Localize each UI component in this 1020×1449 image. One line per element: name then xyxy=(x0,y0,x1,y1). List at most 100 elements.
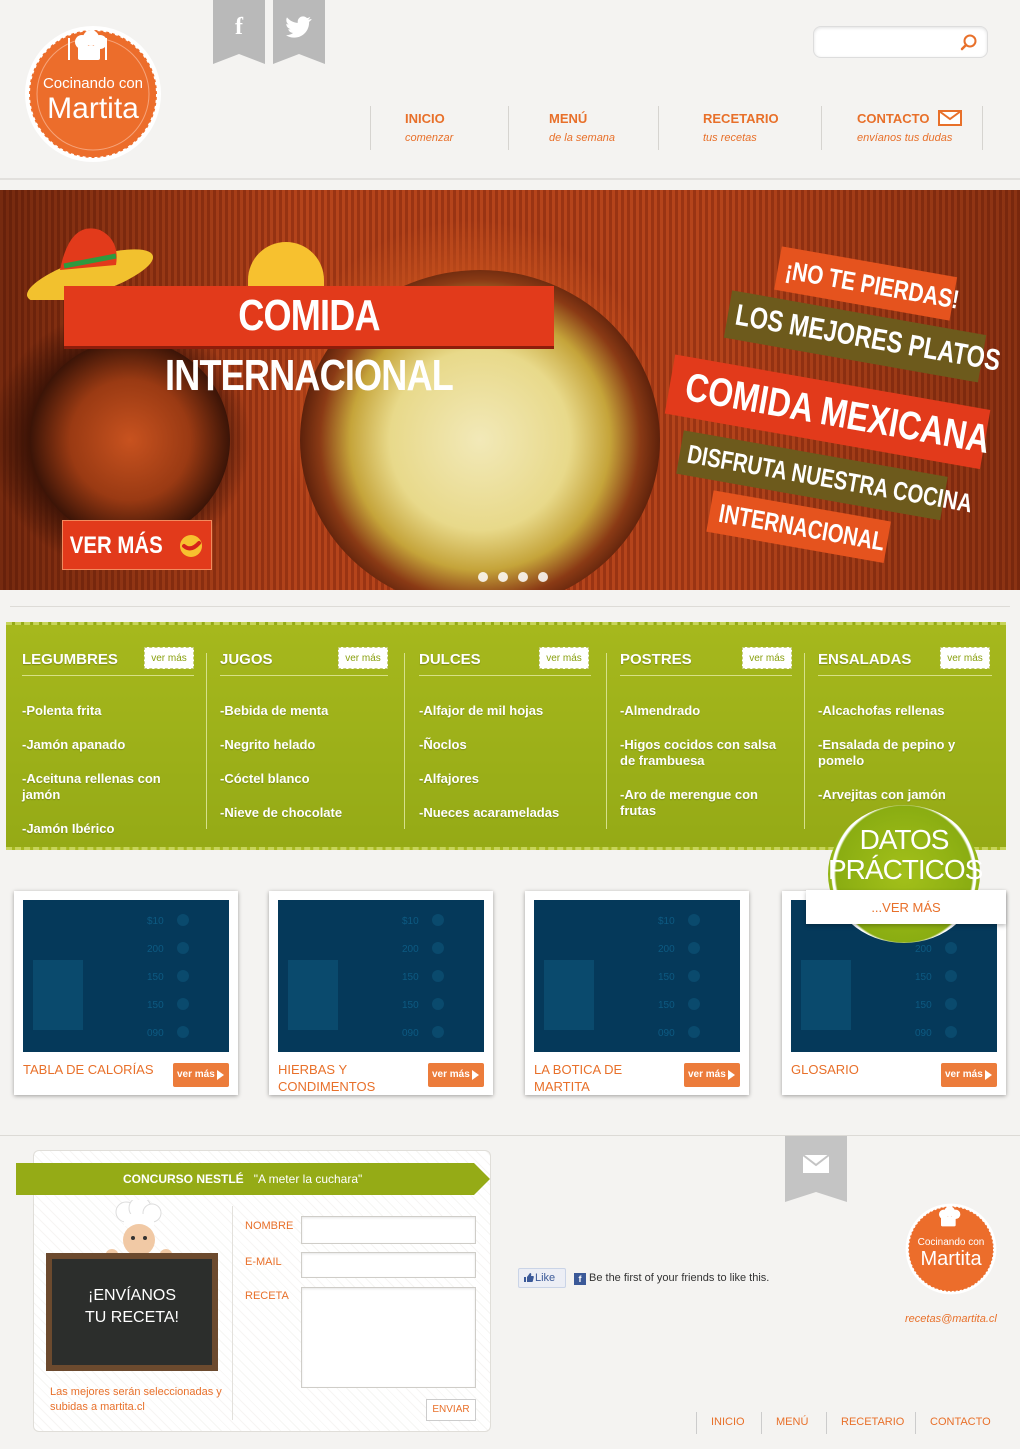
datos-line2: PRÁCTICOS xyxy=(828,854,983,885)
thumbnail-value: 150 xyxy=(402,1000,419,1011)
thumbnail-value: 150 xyxy=(658,1000,675,1011)
category-item[interactable]: -Higos cocidos con salsa de frambuesa xyxy=(620,737,790,769)
datos-ver-mas-ribbon[interactable]: ...VER MÁS xyxy=(806,890,1006,924)
category-title[interactable]: ENSALADAS xyxy=(818,651,911,668)
category-item[interactable]: -Arvejitas con jamón xyxy=(818,787,998,803)
footer-nav-recetario[interactable]: RECETARIO xyxy=(826,1412,918,1434)
card-title[interactable]: GLOSARIO xyxy=(791,1061,931,1078)
category-ver-mas-button[interactable]: ver más xyxy=(940,647,990,669)
datos-ver-mas-label[interactable]: ...VER MÁS xyxy=(806,890,1006,926)
nav-recetario[interactable]: RECETARIO tus recetas xyxy=(703,111,779,144)
nav-inicio-label[interactable]: INICIO xyxy=(405,111,453,126)
category-title[interactable]: LEGUMBRES xyxy=(22,651,118,668)
category-item[interactable]: -Negrito helado xyxy=(220,737,342,753)
twitter-icon[interactable] xyxy=(273,0,325,64)
info-card[interactable]: $10 200 150 150 090 HIERBAS Y CONDIMENTOS ve… xyxy=(269,891,493,1095)
category-item[interactable]: -Aceituna rellenas con jamón xyxy=(22,771,194,803)
facebook-like-button[interactable]: Like xyxy=(518,1268,566,1288)
name-field[interactable] xyxy=(301,1216,476,1244)
thumbnail-bullet xyxy=(688,998,700,1010)
footer-logo[interactable]: Cocinando con Martita xyxy=(897,1197,1005,1301)
category-ver-mas-button[interactable]: ver más xyxy=(539,647,589,669)
mail-tab[interactable] xyxy=(785,1136,847,1202)
thumbnail-value: 150 xyxy=(147,972,164,983)
logo[interactable]: Cocinando con Martita xyxy=(12,24,174,164)
thumbnail-value: 150 xyxy=(915,972,932,983)
hero-ver-mas-button[interactable]: VER MÁS xyxy=(62,520,212,570)
hero-slider[interactable]: COMIDA INTERNACIONAL VER MÁS ¡NO TE PIER… xyxy=(0,190,1020,590)
chili-icon xyxy=(180,535,202,557)
card-ver-mas-button[interactable]: ver más xyxy=(684,1063,740,1087)
category-item[interactable]: -Nieve de chocolate xyxy=(220,805,342,821)
category-item[interactable]: -Polenta frita xyxy=(22,703,194,719)
category-item[interactable]: -Nueces acarameladas xyxy=(419,805,559,821)
footer-nav-contacto[interactable]: CONTACTO xyxy=(915,1412,1005,1434)
category-item[interactable]: -Alfajores xyxy=(419,771,559,787)
search-input[interactable] xyxy=(814,27,954,57)
nav-recetario-label[interactable]: RECETARIO xyxy=(703,111,779,126)
category-item[interactable]: -Ñoclos xyxy=(419,737,559,753)
hero-ver-mas-label[interactable]: VER MÁS xyxy=(63,521,163,571)
thumbnail-bullet xyxy=(688,914,700,926)
category-ver-mas-button[interactable]: ver más xyxy=(742,647,792,669)
nav-separator xyxy=(508,106,509,150)
footer-nav-menu[interactable]: MENÚ xyxy=(761,1412,822,1434)
card-title[interactable]: TABLA DE CALORÍAS xyxy=(23,1061,163,1078)
category-item[interactable]: -Aro de merengue con frutas xyxy=(620,787,790,819)
thumbnail-bullet xyxy=(177,942,189,954)
category-item[interactable]: -Alfajor de mil hojas xyxy=(419,703,559,719)
thumbnail-bullet xyxy=(177,1026,189,1038)
slider-dot[interactable] xyxy=(538,572,548,582)
thumbnail-value: 090 xyxy=(915,1028,932,1039)
nav-recetario-sub: tus recetas xyxy=(703,132,757,144)
envelope-icon xyxy=(938,110,962,126)
hero-title-banner: COMIDA INTERNACIONAL xyxy=(64,286,554,400)
category-item[interactable]: -Alcachofas rellenas xyxy=(818,703,998,719)
thumbnail-bullet xyxy=(177,998,189,1010)
footer-nav-inicio[interactable]: INICIO xyxy=(696,1412,759,1434)
card-title[interactable]: LA BOTICA DE MARTITA xyxy=(534,1061,674,1095)
info-card[interactable]: $10 200 150 150 090 LA BOTICA DE MARTITA ver… xyxy=(525,891,749,1095)
category-ver-mas-button[interactable]: ver más xyxy=(144,647,194,669)
like-label[interactable]: Like xyxy=(535,1272,555,1284)
nav-separator xyxy=(658,106,659,150)
slider-dot[interactable] xyxy=(518,572,528,582)
category-item[interactable]: -Ensalada de pepino y pomelo xyxy=(818,737,998,769)
thumbnail-glass xyxy=(33,960,83,1030)
recipe-field[interactable] xyxy=(301,1287,476,1388)
category-item[interactable]: -Cóctel blanco xyxy=(220,771,342,787)
category-item[interactable]: -Almendrado xyxy=(620,703,790,719)
contact-email-link[interactable]: recetas@martita.cl xyxy=(905,1313,997,1325)
slider-dot[interactable] xyxy=(498,572,508,582)
contest-quote: "A meter la cuchara" xyxy=(253,1172,363,1186)
info-card[interactable]: $10 200 150 150 090 TABLA DE CALORÍAS ver má… xyxy=(14,891,238,1095)
category-item[interactable]: -Bebida de menta xyxy=(220,703,342,719)
thumbnail-bullet xyxy=(945,942,957,954)
envelope-icon xyxy=(802,1154,830,1173)
search-icon[interactable] xyxy=(959,33,979,53)
card-ver-mas-button[interactable]: ver más xyxy=(428,1063,484,1087)
facebook-icon: f xyxy=(574,1273,586,1285)
send-button[interactable]: ENVIAR xyxy=(426,1399,476,1421)
logo-line1: Cocinando con xyxy=(43,75,143,92)
category-title[interactable]: JUGOS xyxy=(220,651,273,668)
thumbnail-value: $10 xyxy=(658,916,675,927)
nav-menu-label[interactable]: MENÚ xyxy=(549,111,615,126)
thumbnail-bullet xyxy=(432,970,444,982)
thumbnail-bullet xyxy=(945,970,957,982)
slider-dot[interactable] xyxy=(478,572,488,582)
slider-dots xyxy=(478,572,548,582)
category-title[interactable]: POSTRES xyxy=(620,651,692,668)
facebook-icon[interactable]: f xyxy=(213,0,265,64)
category-ver-mas-button[interactable]: ver más xyxy=(338,647,388,669)
nav-menu[interactable]: MENÚ de la semana xyxy=(549,111,615,144)
card-title[interactable]: HIERBAS Y CONDIMENTOS xyxy=(278,1061,418,1095)
category-title[interactable]: DULCES xyxy=(419,651,481,668)
nav-inicio[interactable]: INICIO comenzar xyxy=(405,111,453,144)
category-item[interactable]: -Jamón Ibérico xyxy=(22,821,194,837)
email-field[interactable] xyxy=(301,1252,476,1278)
menu-thumbnail-graphic: $10 200 150 150 090 xyxy=(288,914,444,1039)
category-item[interactable]: -Jamón apanado xyxy=(22,737,194,753)
card-ver-mas-button[interactable]: ver más xyxy=(173,1063,229,1087)
card-ver-mas-button[interactable]: ver más xyxy=(941,1063,997,1087)
